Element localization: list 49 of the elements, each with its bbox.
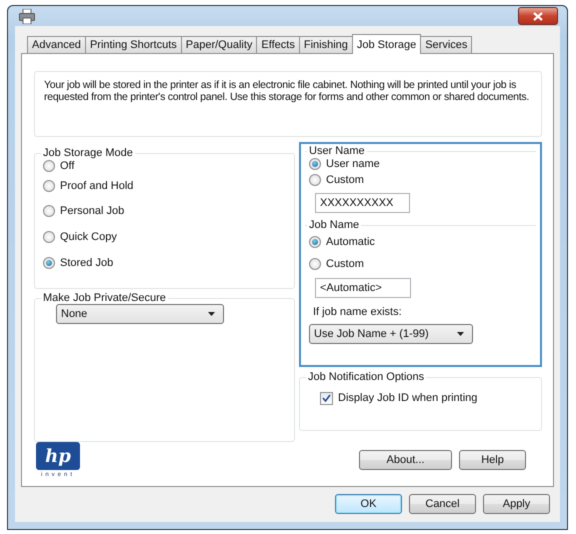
input-field[interactable]: <Automatic>	[315, 278, 411, 298]
radio-button[interactable]	[309, 174, 321, 186]
radio-label: User name	[326, 158, 380, 170]
close-button[interactable]	[518, 7, 558, 25]
caret-icon	[208, 312, 215, 316]
tab[interactable]: Job Storage	[352, 34, 422, 54]
radio-button[interactable]	[309, 258, 321, 270]
checkbox-label: Display Job ID when printing	[338, 392, 478, 404]
radio-button[interactable]	[309, 236, 321, 248]
radio-label: Off	[60, 160, 74, 172]
radio-label: Proof and Hold	[60, 180, 134, 192]
dialog-button[interactable]: Cancel	[409, 494, 476, 514]
caret-icon	[457, 332, 464, 336]
radio-label: Custom	[326, 258, 364, 270]
close-icon	[533, 12, 543, 20]
tab[interactable]: Finishing	[298, 36, 353, 53]
input-field[interactable]: XXXXXXXXXX	[315, 193, 410, 213]
checkbox[interactable]	[320, 392, 333, 404]
dialog-button[interactable]: Apply	[483, 494, 550, 514]
dialog-button[interactable]: Help	[459, 450, 526, 470]
tab[interactable]: Effects	[256, 36, 300, 53]
radio-button[interactable]	[43, 180, 55, 192]
radio-button[interactable]	[309, 158, 321, 170]
radio-label: Personal Job	[60, 204, 124, 216]
dropdown[interactable]: None	[56, 304, 224, 324]
tab[interactable]: Advanced	[27, 36, 86, 53]
radio-label: Custom	[326, 174, 364, 186]
group-label: User Name	[308, 145, 366, 157]
radio-label: Automatic	[326, 236, 375, 248]
dialog-button[interactable]: OK	[335, 494, 402, 514]
radio-button[interactable]	[43, 230, 55, 242]
tab[interactable]: Services	[420, 36, 472, 53]
printer-icon	[19, 8, 35, 24]
tab[interactable]: Printing Shortcuts	[84, 36, 182, 53]
logo: hp	[36, 442, 80, 470]
description-text: Your job will be stored in the printer as if it is an electronic file cabinet. Nothing will be printed until your job is requested from the printer's control panel. Use this storage for forms and other common or shared documents.	[44, 79, 530, 103]
dialog-button[interactable]: About...	[359, 450, 452, 470]
dropdown[interactable]: Use Job Name + (1-99)	[309, 324, 473, 344]
group-label: Job Name	[308, 219, 360, 231]
radio-label: Stored Job	[60, 256, 114, 268]
field-label: If job name exists:	[313, 306, 402, 318]
radio-label: Quick Copy	[60, 230, 117, 242]
group-label: Job Notification Options	[307, 371, 426, 383]
group-label: Job Storage Mode	[42, 147, 134, 159]
radio-button[interactable]	[43, 160, 55, 172]
radio-button[interactable]	[43, 204, 55, 216]
group-label: Make Job Private/Secure	[42, 292, 167, 304]
radio-button[interactable]	[43, 256, 55, 268]
tab[interactable]: Paper/Quality	[180, 36, 258, 53]
